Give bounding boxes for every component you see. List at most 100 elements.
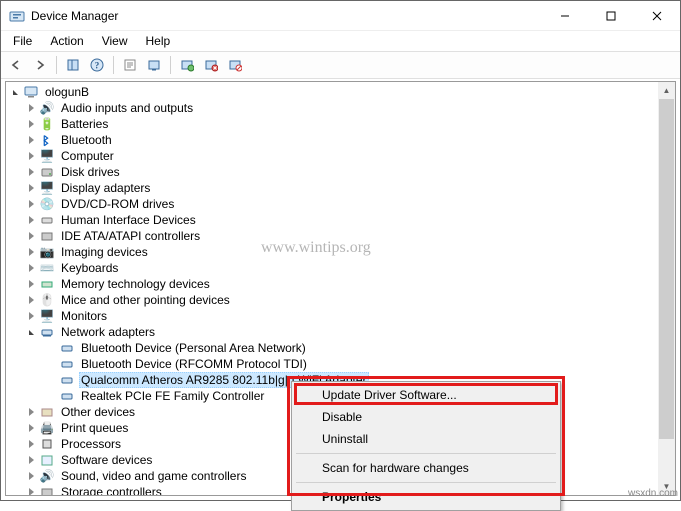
ctx-update-driver[interactable]: Update Driver Software... <box>294 384 558 406</box>
toolbar: ? <box>1 51 680 79</box>
battery-icon: 🔋 <box>39 116 55 132</box>
tree-item[interactable]: Human Interface Devices <box>6 212 657 228</box>
tree-item[interactable]: 🖥️Display adapters <box>6 180 657 196</box>
scroll-up-button[interactable]: ▲ <box>658 82 675 99</box>
network-icon <box>39 324 55 340</box>
bluetooth-icon <box>39 132 55 148</box>
hid-icon <box>39 212 55 228</box>
scroll-track[interactable] <box>658 99 675 478</box>
display-icon: 🖥️ <box>39 180 55 196</box>
ctx-uninstall[interactable]: Uninstall <box>294 428 558 450</box>
network-adapter-icon <box>59 340 75 356</box>
storage-icon <box>39 484 55 496</box>
refresh-button[interactable] <box>143 54 165 76</box>
tree-item[interactable]: Bluetooth <box>6 132 657 148</box>
menu-bar: File Action View Help <box>1 31 680 51</box>
expand-icon[interactable] <box>26 279 37 290</box>
help-button[interactable]: ? <box>86 54 108 76</box>
printer-icon: 🖨️ <box>39 420 55 436</box>
ctx-separator <box>296 482 556 483</box>
properties-button[interactable] <box>119 54 141 76</box>
tree-item[interactable]: 📷Imaging devices <box>6 244 657 260</box>
disable-button[interactable] <box>224 54 246 76</box>
expand-icon[interactable] <box>26 135 37 146</box>
update-driver-button[interactable] <box>176 54 198 76</box>
menu-file[interactable]: File <box>5 32 40 50</box>
ctx-scan[interactable]: Scan for hardware changes <box>294 457 558 479</box>
network-adapter-icon <box>59 372 75 388</box>
memory-icon <box>39 276 55 292</box>
expand-icon[interactable] <box>26 119 37 130</box>
ctx-separator <box>296 453 556 454</box>
expand-icon[interactable] <box>26 295 37 306</box>
expand-icon[interactable] <box>26 423 37 434</box>
menu-view[interactable]: View <box>94 32 136 50</box>
ctx-disable[interactable]: Disable <box>294 406 558 428</box>
tree-item[interactable]: IDE ATA/ATAPI controllers <box>6 228 657 244</box>
back-button[interactable] <box>5 54 27 76</box>
tree-item[interactable]: 💿DVD/CD-ROM drives <box>6 196 657 212</box>
expand-icon[interactable] <box>26 183 37 194</box>
processor-icon <box>39 436 55 452</box>
tree-item[interactable]: 🖥️Computer <box>6 148 657 164</box>
minimize-button[interactable] <box>542 1 588 30</box>
keyboard-icon: ⌨️ <box>39 260 55 276</box>
expand-icon[interactable] <box>26 215 37 226</box>
tree-item[interactable]: 🔋Batteries <box>6 116 657 132</box>
audio-icon: 🔊 <box>39 100 55 116</box>
network-adapter-icon <box>59 356 75 372</box>
maximize-button[interactable] <box>588 1 634 30</box>
mouse-icon: 🖱️ <box>39 292 55 308</box>
expand-icon[interactable] <box>26 439 37 450</box>
sound-icon: 🔊 <box>39 468 55 484</box>
tree-item[interactable]: Bluetooth Device (RFCOMM Protocol TDI) <box>6 356 657 372</box>
tree-item-network[interactable]: Network adapters <box>6 324 657 340</box>
attribution: wsxdn.com <box>628 488 678 499</box>
expand-icon[interactable] <box>26 327 37 338</box>
vertical-scrollbar[interactable]: ▲ ▼ <box>658 82 675 495</box>
tree-item[interactable]: Disk drives <box>6 164 657 180</box>
expand-icon[interactable] <box>26 151 37 162</box>
uninstall-button[interactable] <box>200 54 222 76</box>
scroll-thumb[interactable] <box>659 99 674 439</box>
svg-text:?: ? <box>95 61 100 71</box>
dvd-icon: 💿 <box>39 196 55 212</box>
tree-item[interactable]: Memory technology devices <box>6 276 657 292</box>
expand-icon[interactable] <box>26 263 37 274</box>
ide-icon <box>39 228 55 244</box>
expand-icon[interactable] <box>26 471 37 482</box>
disk-icon <box>39 164 55 180</box>
tree-item[interactable]: 🔊Audio inputs and outputs <box>6 100 657 116</box>
expand-icon[interactable] <box>26 247 37 258</box>
expand-icon[interactable] <box>26 311 37 322</box>
show-hide-tree-button[interactable] <box>62 54 84 76</box>
expand-icon[interactable] <box>26 199 37 210</box>
root-label: ologunB <box>43 85 91 99</box>
title-bar: Device Manager <box>1 1 680 31</box>
expand-icon[interactable] <box>26 487 37 497</box>
close-button[interactable] <box>634 1 680 30</box>
expand-icon[interactable] <box>26 167 37 178</box>
tree-root[interactable]: ologunB <box>6 84 657 100</box>
tree-item[interactable]: Bluetooth Device (Personal Area Network) <box>6 340 657 356</box>
network-adapter-icon <box>59 388 75 404</box>
expand-icon[interactable] <box>26 455 37 466</box>
menu-help[interactable]: Help <box>138 32 179 50</box>
expand-icon[interactable] <box>26 407 37 418</box>
computer-icon <box>23 84 39 100</box>
window-title: Device Manager <box>31 9 542 23</box>
expand-icon[interactable] <box>10 87 21 98</box>
software-icon <box>39 452 55 468</box>
expand-icon[interactable] <box>26 231 37 242</box>
tree-item[interactable]: 🖱️Mice and other pointing devices <box>6 292 657 308</box>
tree-item[interactable]: ⌨️Keyboards <box>6 260 657 276</box>
menu-action[interactable]: Action <box>42 32 91 50</box>
forward-button[interactable] <box>29 54 51 76</box>
ctx-properties[interactable]: Properties <box>294 486 558 508</box>
expand-icon[interactable] <box>26 103 37 114</box>
computer-icon: 🖥️ <box>39 148 55 164</box>
monitor-icon: 🖥️ <box>39 308 55 324</box>
imaging-icon: 📷 <box>39 244 55 260</box>
window-buttons <box>542 1 680 30</box>
tree-item[interactable]: 🖥️Monitors <box>6 308 657 324</box>
